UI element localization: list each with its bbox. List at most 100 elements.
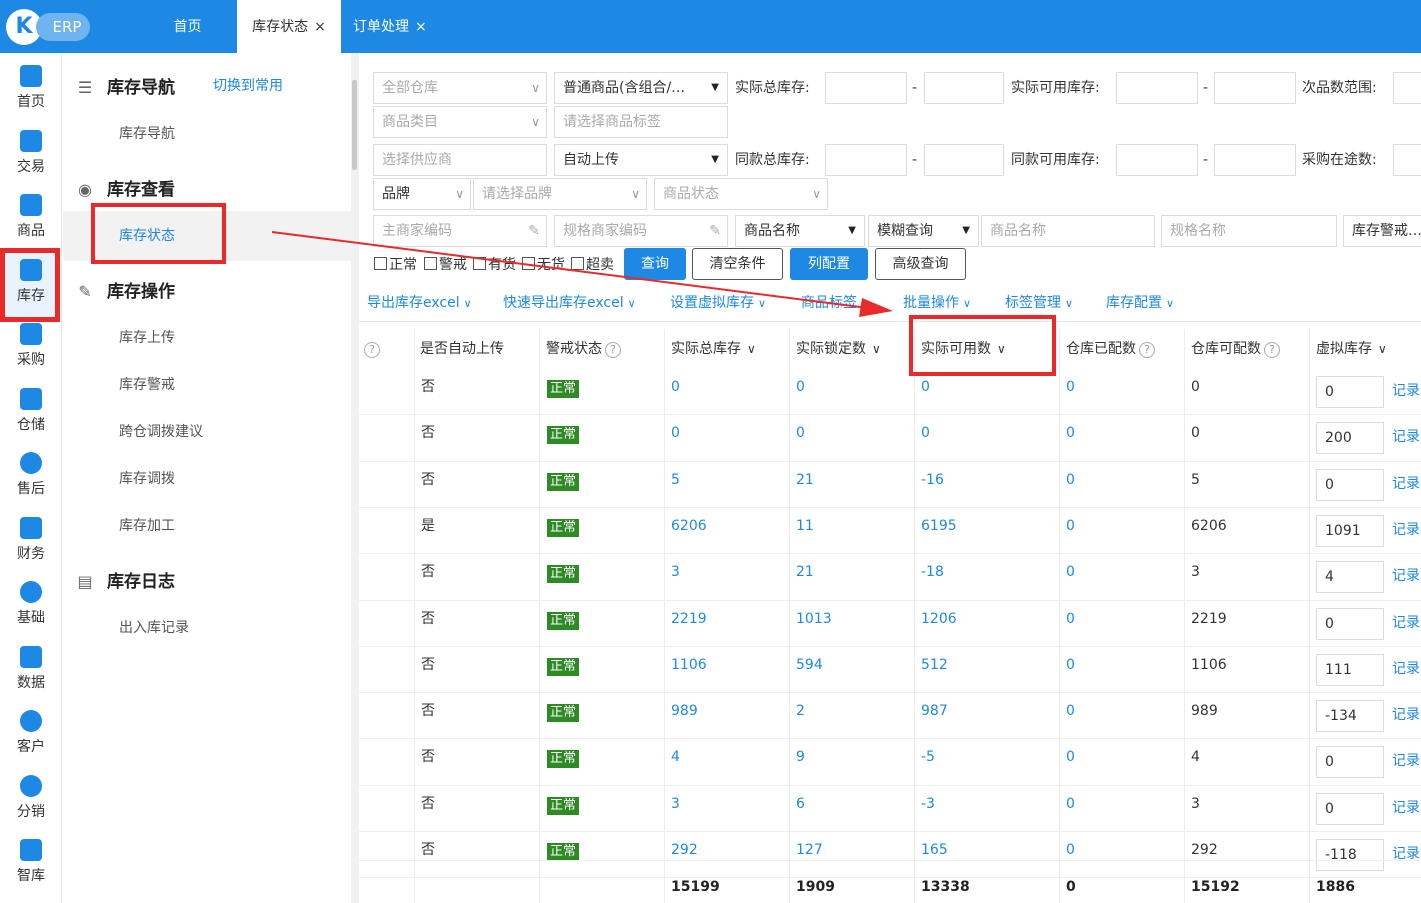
- checkbox-normal[interactable]: 正常: [374, 256, 417, 274]
- spec-name-input[interactable]: 规格名称: [1161, 215, 1337, 247]
- virtual-stock-input[interactable]: 111: [1316, 653, 1384, 686]
- actual-total-min[interactable]: [825, 72, 907, 104]
- defect-range-min[interactable]: [1393, 72, 1421, 104]
- cell-available[interactable]: 987: [921, 701, 948, 721]
- close-icon[interactable]: ×: [314, 19, 326, 35]
- name-field-select[interactable]: 商品名称 ▼: [735, 215, 865, 247]
- nav-item-product[interactable]: 商品: [0, 184, 62, 248]
- virtual-stock-link[interactable]: 设置虚拟库存 ∨: [670, 294, 766, 313]
- same-available-min[interactable]: [1116, 144, 1198, 176]
- cell-available[interactable]: -18: [921, 562, 944, 582]
- cell-locked[interactable]: 0: [796, 377, 805, 397]
- edit-icon[interactable]: ✎: [709, 216, 721, 246]
- cell-allocated[interactable]: 0: [1066, 470, 1075, 490]
- cell-available[interactable]: 1206: [921, 609, 957, 629]
- cell-total[interactable]: 292: [671, 840, 698, 860]
- cell-locked[interactable]: 594: [796, 655, 823, 675]
- cell-available[interactable]: 0: [921, 377, 930, 397]
- brand-picker[interactable]: 请选择品牌 ∨: [473, 178, 647, 210]
- cell-allocated[interactable]: 0: [1066, 701, 1075, 721]
- cell-allocated[interactable]: 0: [1066, 840, 1075, 860]
- cell-locked[interactable]: 9: [796, 747, 805, 767]
- cell-locked[interactable]: 2: [796, 701, 805, 721]
- cell-total[interactable]: 3: [671, 562, 680, 582]
- col-header-allocatable[interactable]: 仓库可配数?: [1191, 329, 1280, 369]
- actual-available-max[interactable]: [1214, 72, 1296, 104]
- menu-item-alert[interactable]: 库存警戒: [119, 374, 175, 394]
- actual-total-max[interactable]: [924, 72, 1004, 104]
- record-link[interactable]: 记录: [1392, 473, 1420, 493]
- menu-item-transfer-suggest[interactable]: 跨仓调拨建议: [119, 421, 203, 441]
- tab-order-processing[interactable]: 订单处理 ×: [347, 0, 442, 53]
- nav-item-insight[interactable]: 智库: [0, 829, 62, 893]
- cell-available[interactable]: -3: [921, 794, 935, 814]
- cell-available[interactable]: -5: [921, 747, 935, 767]
- cell-locked[interactable]: 1013: [796, 609, 832, 629]
- switch-to-common-link[interactable]: 切换到常用: [213, 75, 283, 95]
- help-icon[interactable]: ?: [361, 329, 380, 369]
- spec-code-input[interactable]: 规格商家编码 ✎: [554, 215, 728, 247]
- erp-logo[interactable]: K ERP: [6, 9, 90, 45]
- same-total-min[interactable]: [825, 144, 907, 176]
- virtual-stock-input[interactable]: 0: [1316, 376, 1384, 408]
- checkbox-instock[interactable]: 有货: [473, 256, 516, 274]
- query-button[interactable]: 查询: [624, 248, 686, 280]
- cell-total[interactable]: 2219: [671, 609, 707, 629]
- record-link[interactable]: 记录: [1392, 750, 1420, 770]
- cell-total[interactable]: 3: [671, 794, 680, 814]
- nav-item-purchase[interactable]: 采购: [0, 313, 62, 377]
- tab-inventory-status[interactable]: 库存状态 ×: [237, 0, 341, 53]
- cell-allocated[interactable]: 0: [1066, 794, 1075, 814]
- cell-total[interactable]: 1106: [671, 655, 707, 675]
- col-header-allocated[interactable]: 仓库已配数?: [1066, 329, 1155, 369]
- cell-locked[interactable]: 11: [796, 516, 814, 536]
- record-link[interactable]: 记录: [1392, 658, 1420, 678]
- export-excel-link[interactable]: 导出库存excel ∨: [367, 294, 472, 313]
- virtual-stock-input[interactable]: 1091: [1316, 514, 1384, 547]
- close-icon[interactable]: ×: [415, 19, 427, 35]
- cell-available[interactable]: -16: [921, 470, 944, 490]
- stock-config-link[interactable]: 库存配置 ∨: [1106, 294, 1174, 313]
- cell-available[interactable]: 6195: [921, 516, 957, 536]
- goods-tag-link[interactable]: 商品标签 ∨: [801, 294, 869, 313]
- menu-item-upload[interactable]: 库存上传: [119, 327, 175, 347]
- cell-total[interactable]: 0: [671, 423, 680, 443]
- cell-total[interactable]: 4: [671, 747, 680, 767]
- cell-total[interactable]: 6206: [671, 516, 707, 536]
- sidebar-scrollbar[interactable]: [351, 53, 359, 903]
- cell-allocated[interactable]: 0: [1066, 609, 1075, 629]
- auto-upload-select[interactable]: 自动上传 ▼: [554, 144, 728, 176]
- col-header-virtual-stock[interactable]: 虚拟库存 ∨: [1316, 329, 1387, 369]
- tag-manage-link[interactable]: 标签管理 ∨: [1005, 294, 1073, 313]
- cell-locked[interactable]: 21: [796, 562, 814, 582]
- cell-available[interactable]: 165: [921, 840, 948, 860]
- cell-locked[interactable]: 6: [796, 794, 805, 814]
- category-select[interactable]: 商品类目 ∨: [373, 106, 547, 138]
- same-available-max[interactable]: [1214, 144, 1296, 176]
- cell-locked[interactable]: 0: [796, 423, 805, 443]
- brand-select[interactable]: 品牌 ∨: [373, 178, 471, 210]
- supplier-select[interactable]: 选择供应商: [373, 144, 547, 176]
- menu-item-io-records[interactable]: 出入库记录: [119, 617, 189, 637]
- col-header-actual-locked[interactable]: 实际锁定数 ∨: [796, 329, 881, 369]
- nav-item-finance[interactable]: 财务: [0, 507, 62, 571]
- same-total-max[interactable]: [924, 144, 1004, 176]
- cell-locked[interactable]: 21: [796, 470, 814, 490]
- virtual-stock-input[interactable]: 200: [1316, 422, 1384, 455]
- goods-status-select[interactable]: 商品状态 ∨: [654, 178, 828, 210]
- cell-locked[interactable]: 127: [796, 840, 823, 860]
- record-link[interactable]: 记录: [1392, 612, 1420, 632]
- record-link[interactable]: 记录: [1392, 519, 1420, 539]
- cell-available[interactable]: 0: [921, 423, 930, 443]
- virtual-stock-input[interactable]: 0: [1316, 792, 1384, 825]
- menu-item-transfer[interactable]: 库存调拨: [119, 468, 175, 488]
- nav-item-inventory[interactable]: 库存: [0, 249, 62, 313]
- cell-allocated[interactable]: 0: [1066, 655, 1075, 675]
- clear-button[interactable]: 清空条件: [692, 248, 783, 280]
- nav-item-customer[interactable]: 客户: [0, 700, 62, 764]
- nav-item-aftersale[interactable]: 售后: [0, 442, 62, 506]
- cell-allocated[interactable]: 0: [1066, 516, 1075, 536]
- record-link[interactable]: 记录: [1392, 797, 1420, 817]
- match-mode-select[interactable]: 模糊查询 ▼: [868, 215, 979, 247]
- cell-available[interactable]: 512: [921, 655, 948, 675]
